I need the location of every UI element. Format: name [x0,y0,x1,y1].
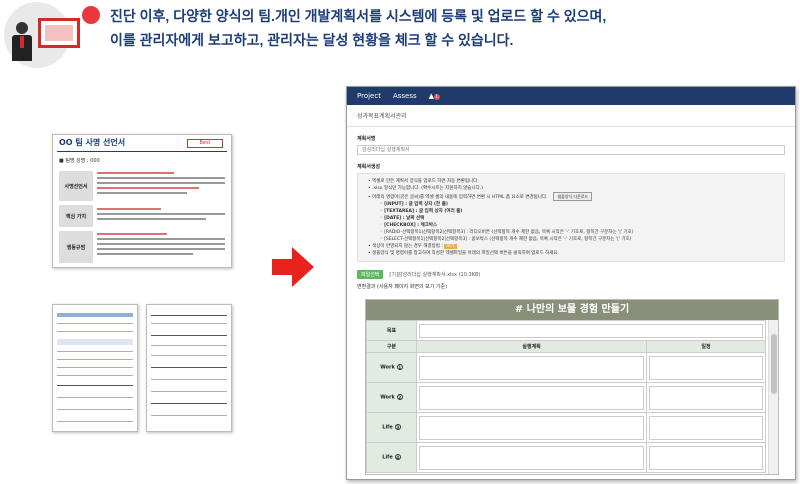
doc-title: OO 팀 사명 선언서 [59,138,126,147]
number-3-icon: 3 [394,424,401,431]
number-4-icon: 4 [394,454,401,461]
guide-line: 엑셀로 만든 계획서 양식을 업로드 하면 자동 변환됩니다. [372,179,479,184]
schedule-textarea[interactable] [649,355,763,380]
plan-sheet-thumbnail [146,304,232,432]
guide-line: 색상이 반영되지 않는 경우 해결방법 : [372,244,443,249]
doc-team: ■ 팀명 성명 : 000 [59,158,100,164]
goal-input[interactable] [419,323,763,338]
guide-sub-line: [DATE] : 날짜 선택 [384,216,425,221]
right-arrow-icon [272,247,314,287]
file-select-button[interactable]: 파일선택 [357,270,384,279]
plan-textarea[interactable] [419,385,644,410]
guide-sub-line: [TEXTAREA] : 글 입력 상자 (여러 줄) [384,209,463,214]
sample-download-button[interactable]: 샘플양식 다운로드 [553,192,593,201]
col-header: 구분 [366,340,417,353]
guide-sub-line: [SELECT-선택항목1|선택항목2|선택항목3] : 콤보박스 (선택항목 … [384,237,632,242]
plan-textarea[interactable] [419,355,644,380]
col-header: 일정 [646,340,766,353]
view-badge[interactable]: 보기 [444,244,457,249]
col-header: 실행계획 [416,340,647,353]
page-title: 성과목표계획서관리 [347,105,795,127]
manager-illustration-icon [4,2,84,68]
plan-name-label: 계획서명 [357,136,376,142]
row-label: Work 1 [366,352,417,383]
guide-sub-line: [INPUT] : 글 입력 상자 (한 줄) [384,202,448,207]
plan-gen-label: 계획서생성 [357,164,381,170]
guide-sub-line: [RADIO-선택항목1|선택항목2|선택항목3] : 라디오버튼 (선택항목 … [384,230,634,235]
result-label: 변환결과 (사용자 페이지 화면의 보기 기준) [357,284,448,290]
nav-project[interactable]: Project [357,92,381,100]
guide-line: 생플양식 및 명령어를 참고하여 작성한 엑셀파일을 아래의 파일선택 버튼을 … [372,251,559,256]
doc-row-label: 행동규범 [59,231,93,263]
notification-badge: 1 [433,94,440,100]
header-text: 진단 이후, 다양한 양식의 팀.개인 개발계획서를 시스템에 등록 및 업로드… [110,4,606,52]
preview-scrollbar[interactable] [768,320,778,474]
form-title: # 나만의 보물 경험 만들기 [366,300,778,320]
nav-assess[interactable]: Assess [393,92,417,100]
mission-statement-doc: OO 팀 사명 선언서 Best ■ 팀명 성명 : 000 사명선언서 핵심 … [52,134,232,268]
row-label: Work 2 [366,382,417,413]
row-label: Life 4 [366,442,417,473]
header: 진단 이후, 다양한 양식의 팀.개인 개발계획서를 시스템에 등록 및 업로드… [0,0,800,72]
schedule-textarea[interactable] [649,385,763,410]
schedule-textarea[interactable] [649,415,763,440]
guide-line: .xlsx 형식만 가능합니다. (확수시트는 지원하지 않습니다.) [372,186,483,191]
number-1-icon: 1 [396,364,403,371]
doc-row-label: 핵심 가치 [59,205,93,227]
row-label: Life 3 [366,412,417,443]
app-window: Project Assess ▲ 1 성과목표계획서관리 계획서명 감성리더십 실… [346,86,796,480]
upload-row: 파일선택 [기]감성리더십 실행계획서.xlsx (10.3KB) [357,270,785,279]
uploaded-file-name: [기]감성리더십 실행계획서.xlsx (10.3KB) [389,272,481,278]
guide-sub-line: [CHECKBOX] : 체크박스 [384,223,438,228]
top-nav: Project Assess ▲ 1 [347,87,795,105]
bullet-dot-icon [82,6,100,24]
header-line-2: 이를 관리자에게 보고하고, 관리자는 달성 현황을 체크 할 수 있습니다. [110,32,514,48]
schedule-textarea[interactable] [649,445,763,470]
guide-line: 아래의 명령어(굵은 글씨)를 엑셀 셀의 내용에 입력하면 변환 시 HTML… [372,195,548,200]
best-badge: Best [187,139,223,148]
converted-form-preview: # 나만의 보물 경험 만들기 목표 구분 실행계획 일정 Work 1 Work… [365,299,779,475]
goal-label: 목표 [366,320,417,341]
plan-textarea[interactable] [419,445,644,470]
bell-icon[interactable]: ▲ 1 [429,92,440,100]
guide-box: • 엑셀로 만든 계획서 양식을 업로드 하면 자동 변환됩니다. • .xls… [357,173,785,262]
plan-textarea[interactable] [419,415,644,440]
doc-row-label: 사명선언서 [59,171,93,201]
header-line-1: 진단 이후, 다양한 양식의 팀.개인 개발계획서를 시스템에 등록 및 업로드… [110,8,607,24]
plan-form-thumbnail [52,304,138,432]
number-2-icon: 2 [396,394,403,401]
plan-table: 목표 구분 실행계획 일정 Work 1 Work 2 Life 3 Life … [366,320,766,473]
plan-name-input[interactable]: 감성리더십 실행계획서 [357,145,785,155]
